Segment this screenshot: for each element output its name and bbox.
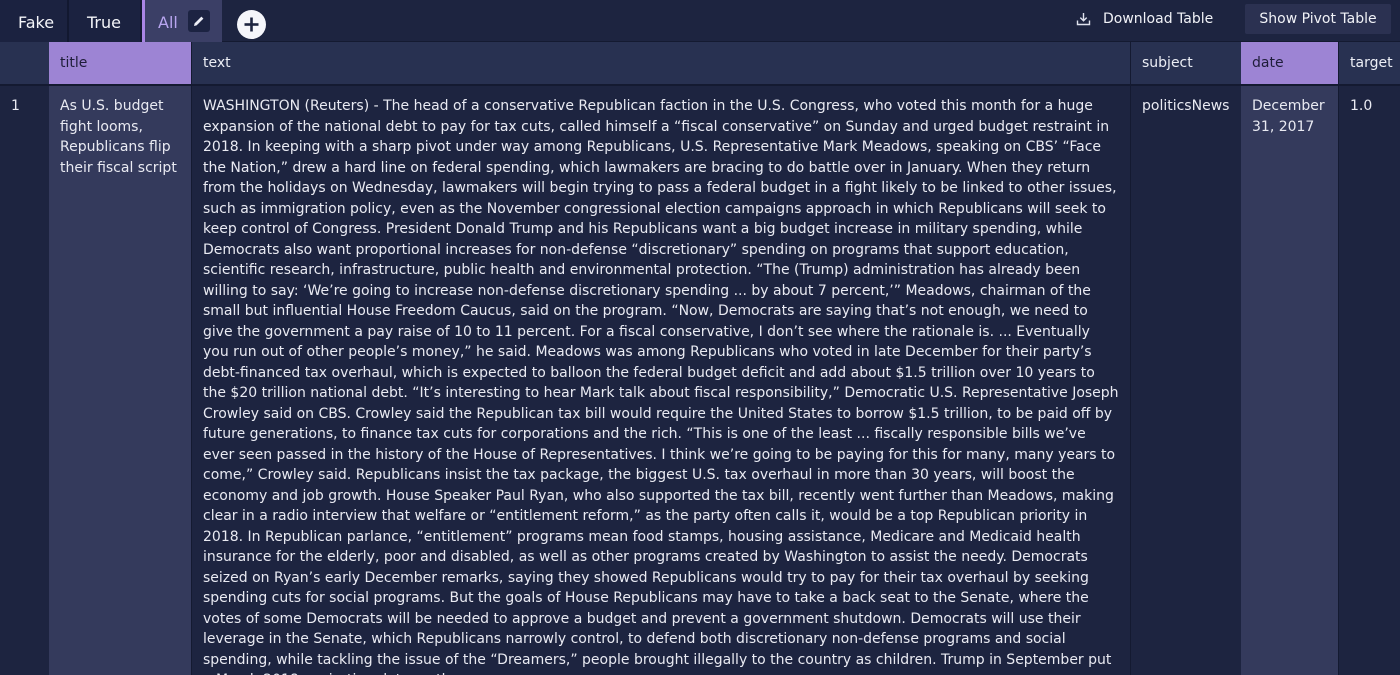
tab-true[interactable]: True <box>69 0 142 42</box>
tab-all-label: All <box>158 13 178 32</box>
row-index-cell: 1 <box>11 98 20 114</box>
top-toolbar: Fake True All Download Table Show Pivot … <box>0 0 1400 42</box>
column-header-date[interactable]: date <box>1241 42 1338 84</box>
edit-tab-button[interactable] <box>188 10 210 32</box>
index-header <box>0 42 49 84</box>
subject-column: subject politicsNews <box>1130 42 1241 675</box>
download-table-label: Download Table <box>1103 11 1214 27</box>
tab-all[interactable]: All <box>142 0 222 42</box>
subject-cell[interactable]: politicsNews <box>1131 86 1241 675</box>
column-header-target[interactable]: target <box>1339 42 1400 84</box>
pencil-icon <box>194 16 204 26</box>
column-header-text[interactable]: text <box>192 42 1130 84</box>
header-divider <box>0 84 1400 86</box>
target-cell[interactable]: 1.0 <box>1339 86 1400 675</box>
column-header-title[interactable]: title <box>49 42 191 84</box>
date-column: date December 31, 2017 <box>1241 42 1338 675</box>
title-column: title As U.S. budget fight looms, Republ… <box>49 42 191 675</box>
column-header-subject[interactable]: subject <box>1131 42 1241 84</box>
plus-icon <box>244 17 259 32</box>
title-cell[interactable]: As U.S. budget fight looms, Republicans … <box>49 86 191 675</box>
tab-fake[interactable]: Fake <box>0 0 69 42</box>
download-icon <box>1076 13 1091 26</box>
index-column: 1 <box>0 42 49 675</box>
target-column: target 1.0 <box>1338 42 1400 675</box>
date-cell[interactable]: December 31, 2017 <box>1241 86 1338 675</box>
text-column: text WASHINGTON (Reuters) - The head of … <box>191 42 1130 675</box>
text-cell[interactable]: WASHINGTON (Reuters) - The head of a con… <box>192 86 1130 675</box>
show-pivot-table-button[interactable]: Show Pivot Table <box>1245 4 1391 34</box>
add-tab-button[interactable] <box>237 10 266 39</box>
download-table-button[interactable]: Download Table <box>1066 4 1232 34</box>
